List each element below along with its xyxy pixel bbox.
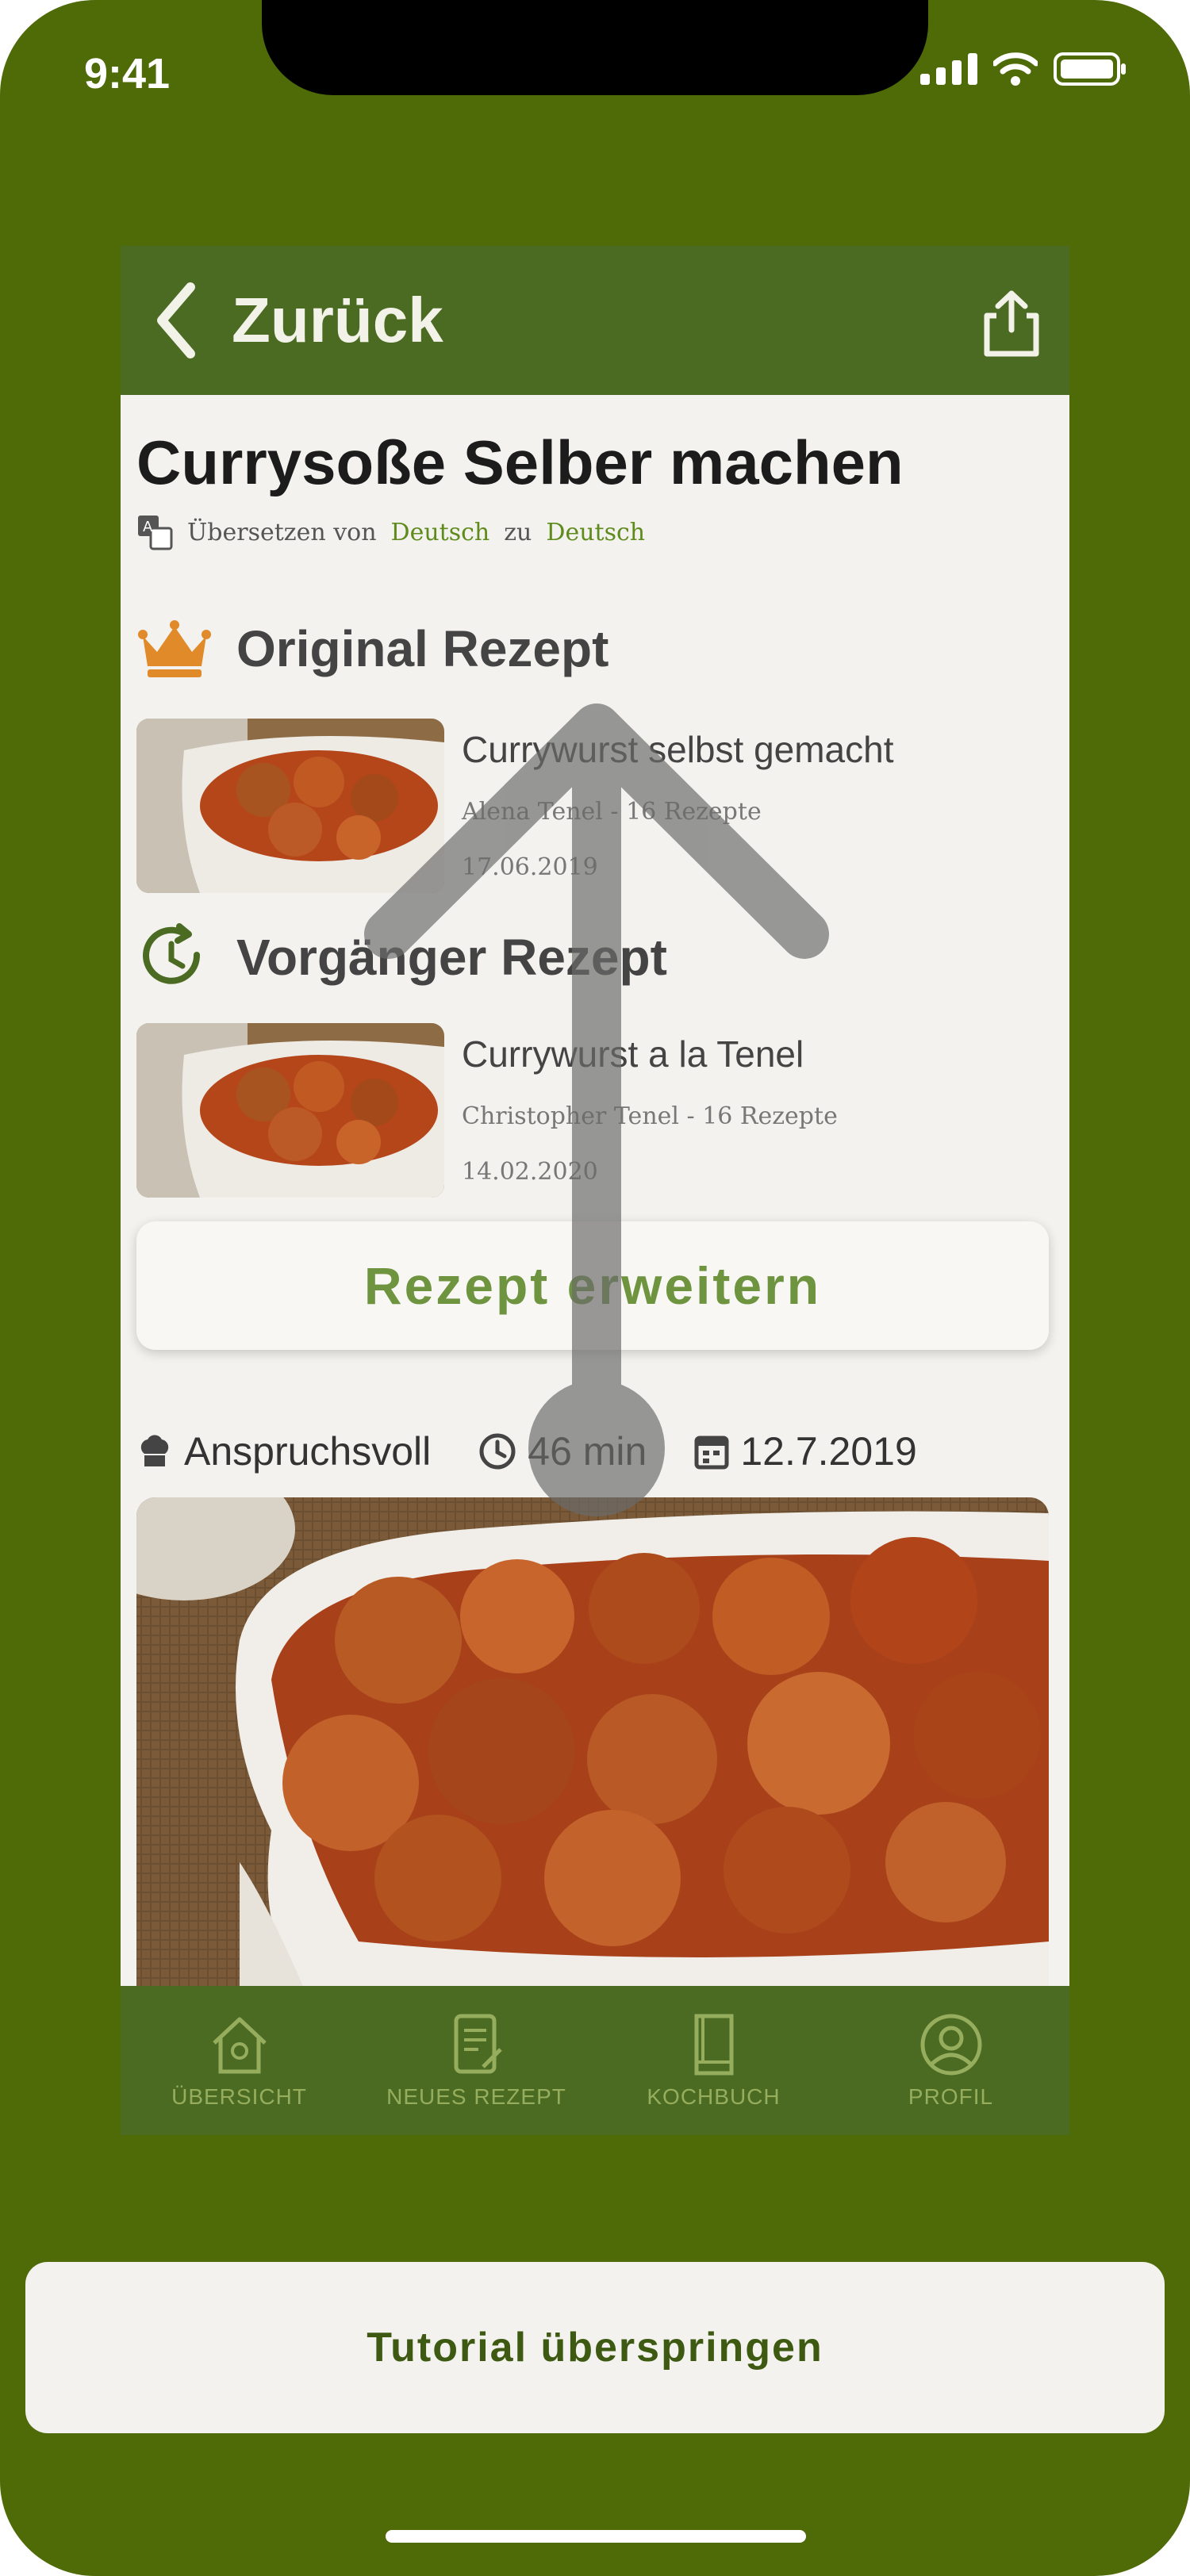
home-indicator (386, 2530, 806, 2543)
clock-icon (479, 1433, 516, 1470)
original-recipe-image (136, 719, 444, 893)
profile-icon (920, 2014, 981, 2076)
back-button[interactable]: Zurück (152, 281, 443, 360)
translation-from-link[interactable]: Deutsch (391, 519, 490, 546)
app-screen: Zurück Currysoße Selber machen A Überset… (121, 246, 1069, 2135)
recipe-hero-image (136, 1497, 1049, 2005)
created-date: 12.7.2019 (694, 1428, 917, 1474)
battery-icon (1054, 52, 1126, 86)
translate-icon: A (138, 516, 173, 550)
predecessor-recipe-date: 14.02.2020 (462, 1158, 598, 1186)
back-label: Zurück (232, 285, 443, 355)
crown-icon (138, 620, 211, 677)
extend-recipe-button[interactable]: Rezept erweitern (136, 1221, 1049, 1350)
original-recipe-heading: Original Rezept (136, 617, 608, 680)
original-recipe-card[interactable]: Currywurst selbst gemacht Alena Tenel - … (136, 719, 1049, 893)
predecessor-recipe-image (136, 1023, 444, 1198)
translation-note: A Übersetzen von Deutsch zu Deutsch (136, 514, 645, 550)
predecessor-recipe-heading: Vorgänger Rezept (136, 923, 667, 991)
app-bar: Zurück (121, 246, 1069, 395)
original-recipe-author: Alena Tenel - 16 Rezepte (462, 798, 762, 826)
signal-icon (920, 53, 977, 85)
device-notch (262, 0, 928, 95)
bottom-tab-bar: ÜBERSICHT NEUES REZEPT KOCHBUCH PROFIL (121, 1986, 1069, 2135)
recipe-meta: Anspruchsvoll 46 min 12.7.2019 (136, 1420, 1049, 1483)
home-icon (212, 2017, 267, 2074)
original-recipe-title: Currywurst selbst gemacht (462, 729, 894, 770)
tab-cookbook[interactable]: KOCHBUCH (595, 1986, 832, 2135)
predecessor-recipe-author: Christopher Tenel - 16 Rezepte (462, 1102, 838, 1130)
tab-overview[interactable]: ÜBERSICHT (121, 1986, 358, 2135)
predecessor-recipe-title: Currywurst a la Tenel (462, 1033, 804, 1075)
chevron-left-icon (157, 282, 195, 358)
device-frame: 9:41 Zurück Currysoße Selber machen A Üb… (0, 0, 1190, 2576)
history-icon (143, 923, 201, 984)
calendar-icon (694, 1436, 729, 1470)
tab-new-recipe[interactable]: NEUES REZEPT (358, 1986, 595, 2135)
status-icons (920, 52, 1127, 86)
wifi-icon (993, 52, 1038, 86)
difficulty: Anspruchsvoll (136, 1428, 431, 1474)
status-time: 9:41 (84, 50, 171, 98)
predecessor-recipe-card[interactable]: Currywurst a la Tenel Christopher Tenel … (136, 1023, 1049, 1198)
recipe-title: Currysoße Selber machen (136, 427, 904, 497)
tab-profile[interactable]: PROFIL (832, 1986, 1069, 2135)
duration: 46 min (478, 1428, 647, 1474)
translation-prefix: Übersetzen von (187, 518, 377, 546)
cookbook-icon (694, 2014, 733, 2076)
chef-hat-icon (140, 1435, 169, 1466)
original-recipe-date: 17.06.2019 (462, 853, 598, 881)
share-icon[interactable] (976, 287, 1047, 358)
skip-tutorial-button[interactable]: Tutorial überspringen (25, 2262, 1165, 2433)
translation-connector: zu (504, 518, 532, 546)
translation-to-link[interactable]: Deutsch (546, 519, 645, 546)
svg-text:A: A (143, 519, 153, 535)
new-recipe-icon (454, 2014, 502, 2074)
